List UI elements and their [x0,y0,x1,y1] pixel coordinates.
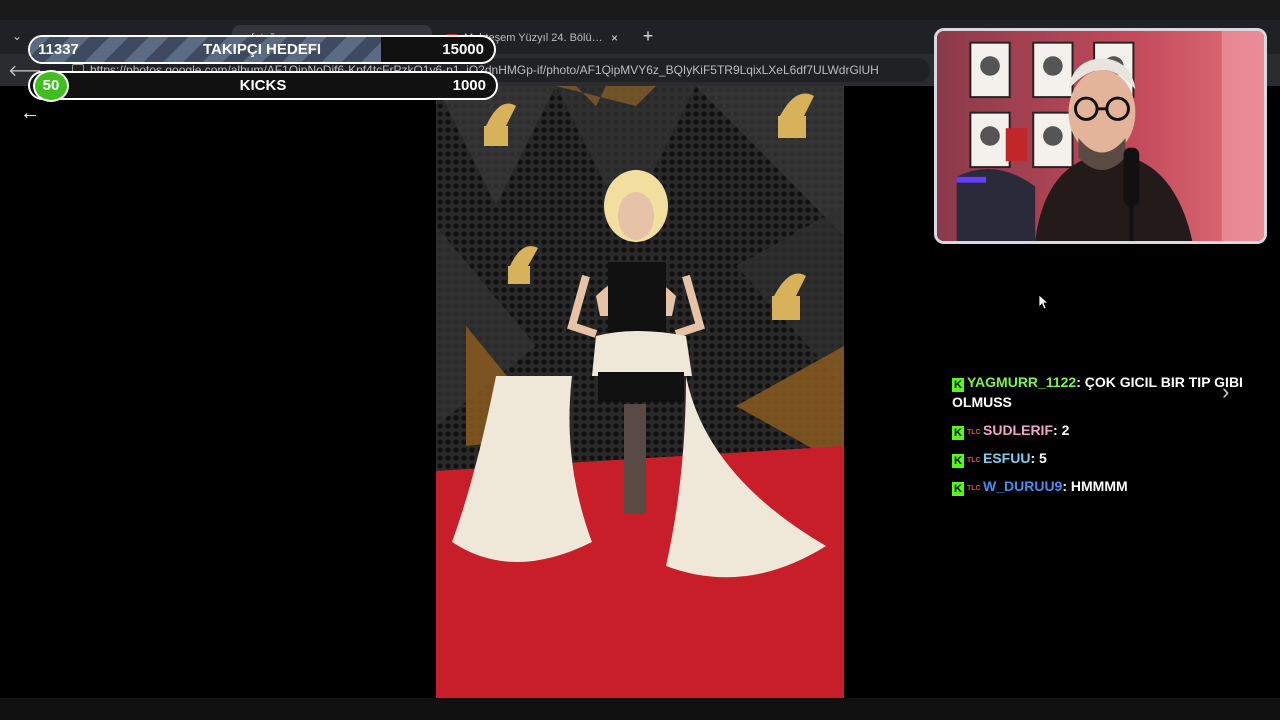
follower-goal-target: 15000 [442,41,484,58]
chat-message: K TLC W_DURUU9: HMMMM [952,476,1252,496]
chat-message: K YAGMURR_1122: ÇOK GICIL BIR TIP GIBI OL… [952,374,1243,410]
kick-badge-icon: K [952,454,964,468]
og-badge-icon: TLC [967,485,981,492]
chat-message: K TLC ESFUU: 5 [952,448,1252,468]
mouse-cursor-icon [1038,294,1048,310]
chat-text: HMMMM [1070,478,1128,494]
browser-back-button[interactable]: 🡐 [8,60,51,80]
chat-text: 5 [1039,450,1047,466]
webcam-feed [934,28,1267,244]
window-top-strip [0,0,1280,20]
kicks-goal-bar: KICKS 1000 [28,71,498,100]
chat-username[interactable]: ESFUU [983,450,1030,466]
kick-badge-icon: K [952,426,964,440]
close-icon[interactable]: × [611,31,618,45]
bottom-strip [0,698,1280,720]
og-badge-icon: TLC [967,429,981,436]
photo-image [436,86,844,698]
arrow-left-icon[interactable]: ← [20,102,42,124]
chevron-right-icon[interactable]: › [1222,380,1240,404]
og-badge-icon: TLC [967,457,981,464]
kick-badge-icon: K [952,378,964,392]
kick-badge-icon: K [952,482,964,496]
chevron-down-icon[interactable]: ⌄ [6,29,28,47]
follower-goal-bar: 11337 TAKIPÇI HEDEFI 15000 [28,35,496,64]
kicks-goal-current: 50 [33,70,69,102]
kicks-goal-target: 1000 [452,77,486,94]
chat-username[interactable]: W_DURUU9 [983,478,1062,494]
new-tab-button[interactable]: + [638,26,658,46]
chat-message: K TLC SUDLERIF: 2 [952,420,1252,440]
chat-username[interactable]: SUDLERIF [983,422,1053,438]
chat-username[interactable]: YAGMURR_1122 [967,374,1076,390]
chat-text: 2 [1061,422,1070,438]
kicks-goal-title: KICKS [239,77,287,94]
chat-overlay: K YAGMURR_1122: ÇOK GICIL BIR TIP GIBI OL… [952,372,1252,504]
follower-goal-title: TAKIPÇI HEDEFI [202,41,322,58]
